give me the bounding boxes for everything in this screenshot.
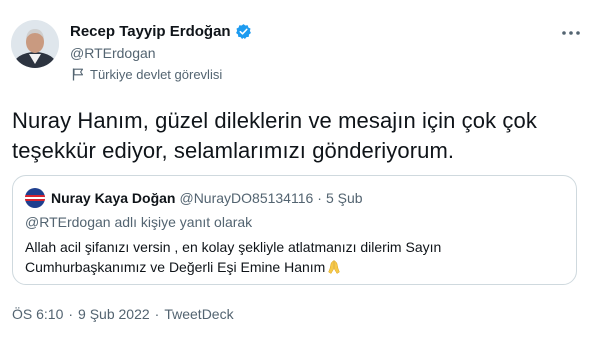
tweet-date[interactable]: 9 Şub 2022 — [78, 306, 150, 322]
quoted-author-avatar — [25, 188, 45, 208]
meta-separator: · — [68, 306, 74, 322]
quoted-tweet-header: Nuray Kaya Doğan @NurayDO85134116 · 5 Şu… — [25, 188, 363, 208]
quoted-text: Allah acil şifanızı versin , en kolay şe… — [25, 239, 442, 275]
government-label: Türkiye devlet görevlisi — [72, 67, 222, 82]
quoted-date: 5 Şub — [325, 190, 363, 206]
tweet-text: Nuray Hanım, güzel dileklerin ve mesajın… — [12, 108, 537, 163]
quoted-author-handle: @NurayDO85134116 — [179, 190, 314, 206]
more-options-icon[interactable] — [560, 26, 582, 40]
tweet-source[interactable]: TweetDeck — [164, 306, 233, 322]
tweet-time[interactable]: ÖS 6:10 — [12, 306, 63, 322]
quoted-reply-context: @RTErdogan adlı kişiye yanıt olarak — [25, 214, 253, 230]
meta-separator-2: · — [154, 306, 160, 322]
quoted-separator: · — [317, 190, 322, 206]
government-label-text[interactable]: Türkiye devlet görevlisi — [90, 67, 222, 82]
folded-hands-icon — [326, 259, 342, 275]
quoted-author-name: Nuray Kaya Doğan — [51, 190, 176, 206]
quoted-text-block: Allah acil şifanızı versin , en kolay şe… — [25, 237, 560, 277]
author-name[interactable]: Recep Tayyip Erdoğan — [70, 23, 231, 40]
flag-icon — [72, 68, 84, 81]
verified-badge-icon — [235, 23, 252, 40]
author-avatar[interactable] — [11, 20, 59, 68]
author-name-row: Recep Tayyip Erdoğan — [70, 21, 252, 41]
tweet-card: Recep Tayyip Erdoğan @RTErdogan Türkiye … — [0, 0, 589, 338]
tweet-meta: ÖS 6:10 · 9 Şub 2022 · TweetDeck — [12, 306, 234, 322]
quoted-tweet[interactable]: Nuray Kaya Doğan @NurayDO85134116 · 5 Şu… — [12, 175, 577, 285]
author-handle[interactable]: @RTErdogan — [70, 45, 156, 61]
